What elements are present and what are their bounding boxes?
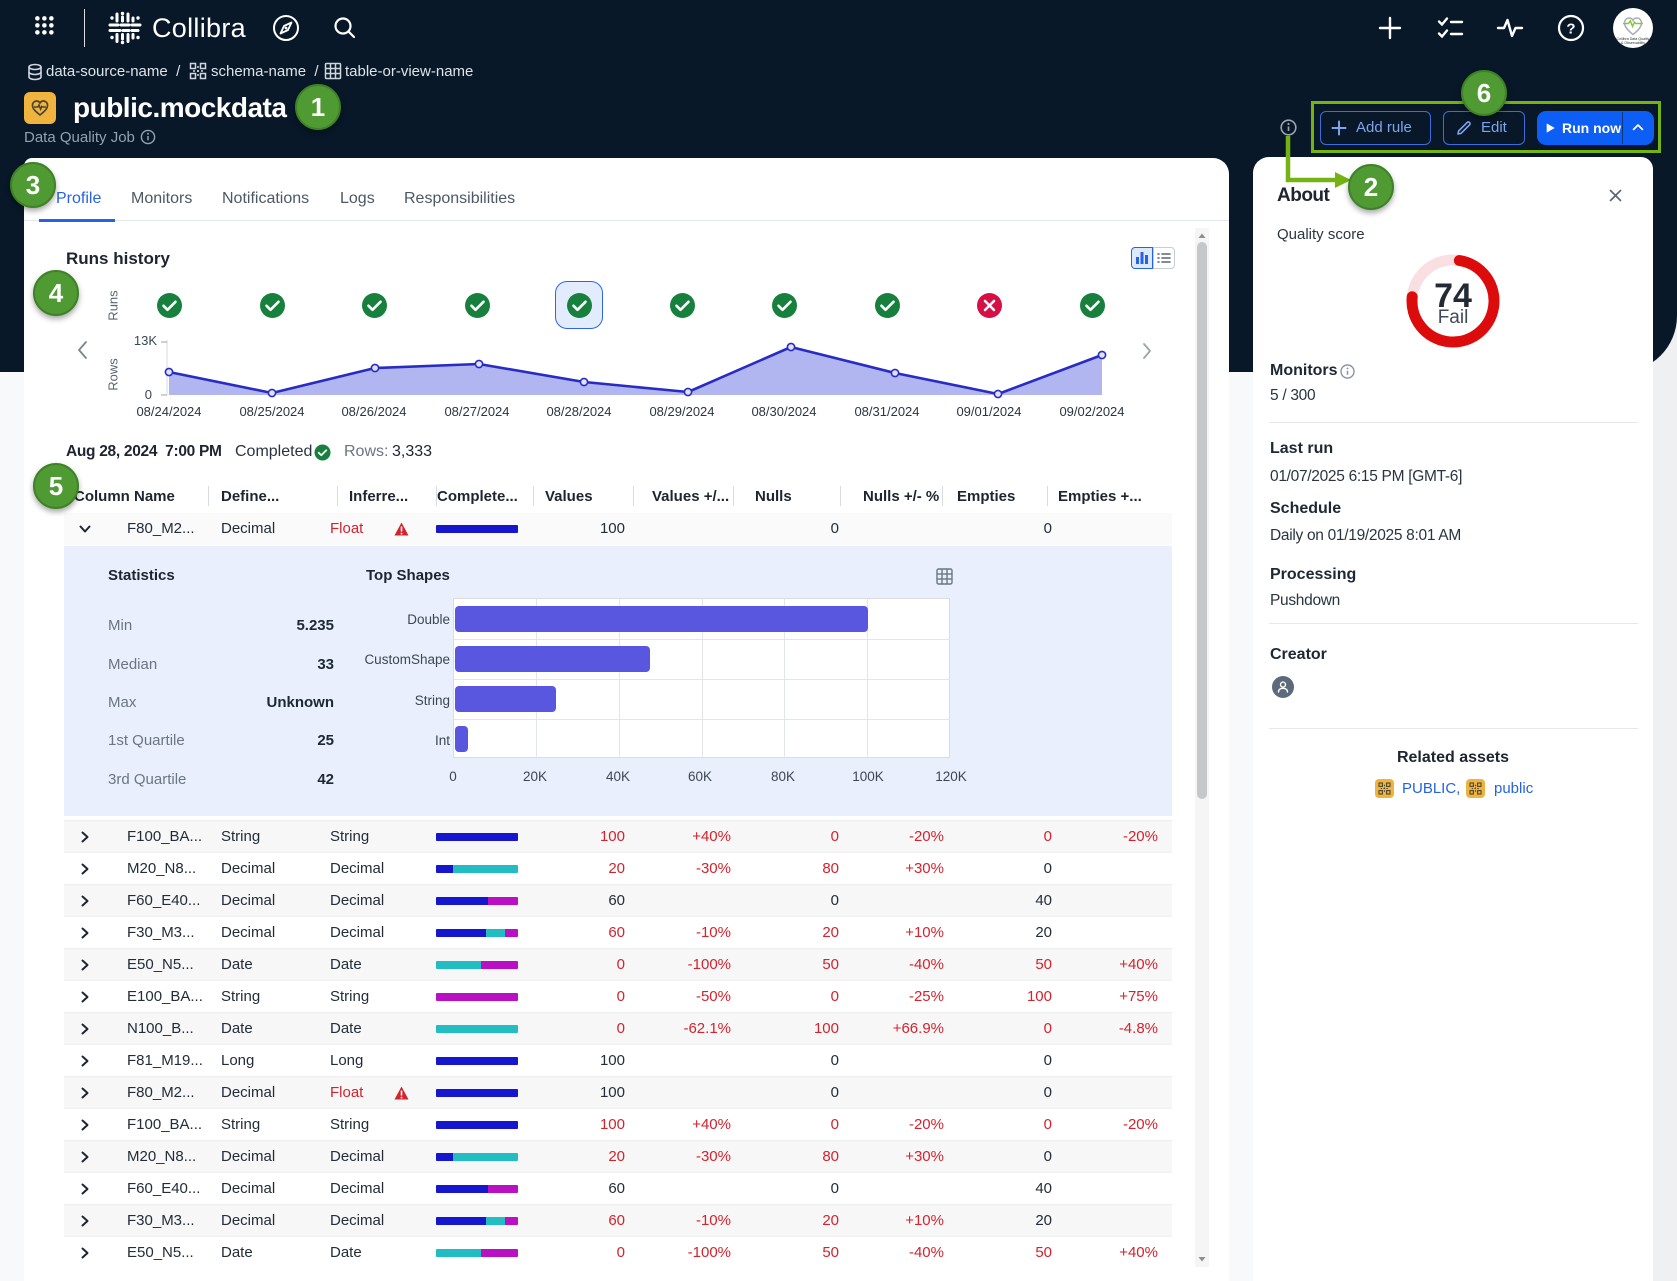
svg-text:& Observability: & Observability <box>1621 41 1645 45</box>
svg-text:?: ? <box>1566 21 1575 38</box>
